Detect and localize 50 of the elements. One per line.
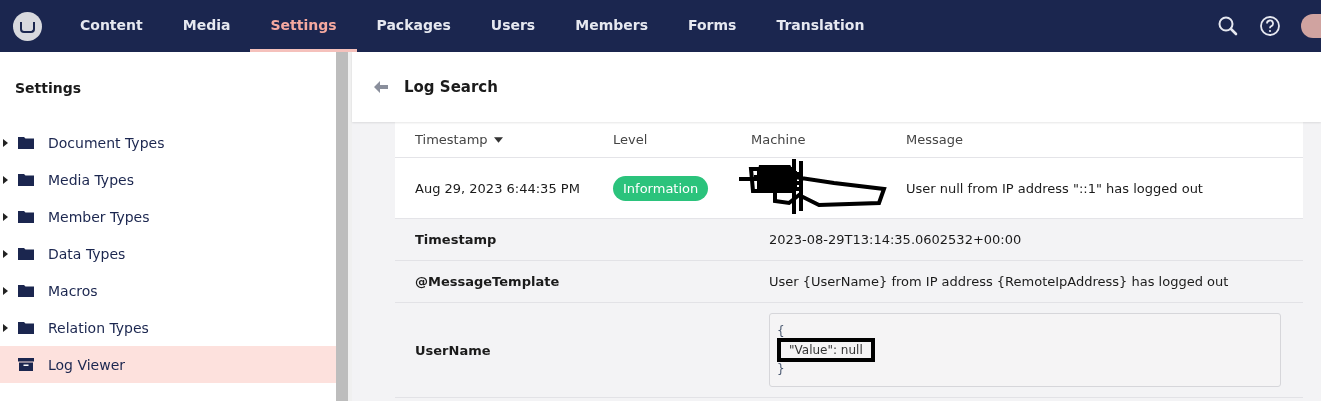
caret-icon[interactable] <box>3 323 8 332</box>
property-value: User {UserName} from IP address {RemoteIpAddress} has logged out <box>769 274 1230 289</box>
sidebar-title: Settings <box>14 79 83 98</box>
sidebar-item[interactable]: Member Types <box>0 198 336 235</box>
archive-box-icon <box>18 358 34 371</box>
column-header: Message <box>906 132 964 147</box>
column-header[interactable]: Timestamp <box>395 132 613 147</box>
property-value: 2023-08-29T13:14:35.0602532+00:00 <box>769 232 1023 247</box>
column-header: Level <box>613 132 649 147</box>
sort-down-icon <box>493 136 503 143</box>
folder-icon <box>18 136 34 149</box>
folder-icon <box>18 321 34 334</box>
help-icon[interactable] <box>1259 15 1281 37</box>
nav-tab[interactable]: Media <box>162 0 251 52</box>
caret-icon[interactable] <box>3 212 8 221</box>
caret-icon[interactable] <box>3 286 8 295</box>
level-badge: Information <box>613 175 709 201</box>
search-icon[interactable] <box>1217 15 1239 37</box>
logo-icon[interactable] <box>13 11 42 41</box>
nav-tab[interactable]: Members <box>555 0 668 52</box>
property-label: Timestamp <box>414 232 498 247</box>
message-cell-text: User null from IP address "::1" has logged out <box>906 180 1204 196</box>
timestamp-cell-text: Aug 29, 2023 6:44:35 PM <box>414 180 581 196</box>
caret-icon[interactable] <box>3 175 8 184</box>
property-label: @MessageTemplate <box>414 274 561 289</box>
sidebar-item[interactable]: Relation Types <box>0 309 336 346</box>
caret-icon[interactable] <box>3 138 8 147</box>
sidebar-item[interactable]: Macros <box>0 272 336 309</box>
folder-icon <box>18 173 34 186</box>
folder-icon <box>18 210 34 223</box>
sidebar-item[interactable]: Media Types <box>0 161 336 198</box>
json-brace: { <box>777 324 785 338</box>
folder-icon <box>18 247 34 260</box>
avatar[interactable] <box>1301 14 1321 38</box>
nav-tab[interactable]: Content <box>60 0 163 52</box>
folder-icon <box>18 284 34 297</box>
scrollbar[interactable] <box>336 52 352 401</box>
sidebar-item[interactable]: Document Types <box>0 124 336 161</box>
back-arrow-icon[interactable] <box>374 81 388 93</box>
sidebar-item[interactable]: Data Types <box>0 235 336 272</box>
nav-tab[interactable]: Forms <box>668 0 757 52</box>
page-title: Log Search <box>404 78 498 96</box>
caret-icon[interactable] <box>3 249 8 258</box>
nav-tab[interactable]: Packages <box>356 0 471 52</box>
nav-tab[interactable]: Users <box>470 0 556 52</box>
json-brace: } <box>777 362 785 376</box>
property-label: UserName <box>414 342 492 358</box>
nav-tab[interactable]: Translation <box>756 0 885 52</box>
column-header: Machine <box>751 132 807 147</box>
sidebar-item[interactable]: Log Viewer <box>0 346 336 383</box>
